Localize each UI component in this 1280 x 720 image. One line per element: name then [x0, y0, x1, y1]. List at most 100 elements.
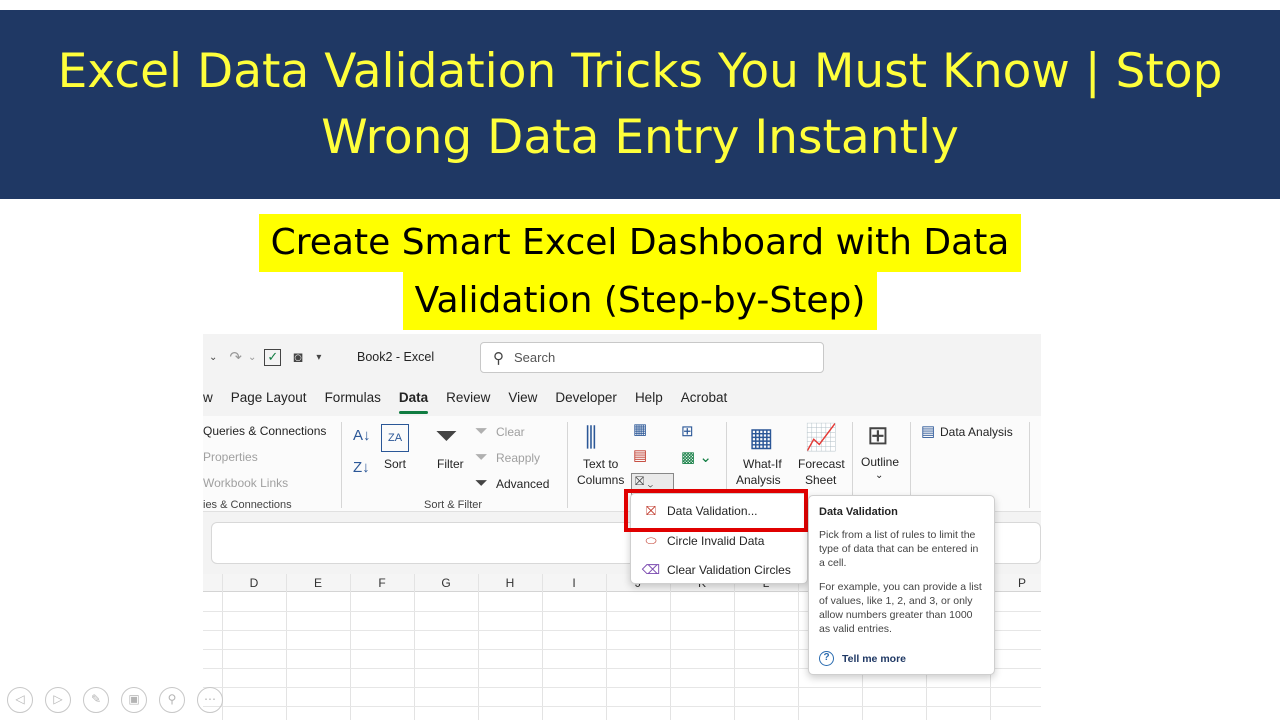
data-analysis-icon[interactable]: ▤	[921, 424, 935, 439]
clear-button[interactable]: Clear	[496, 425, 525, 439]
tell-me-more-label: Tell me more	[842, 652, 906, 665]
slide-navigation: ◁ ▷ ✎ ▣ ⚲ ⋯	[7, 687, 235, 713]
queries-connections-button[interactable]: Queries & Connections	[203, 424, 326, 438]
menu-item-data-validation[interactable]: ⛝ Data Validation...	[631, 497, 807, 525]
sort-button[interactable]: Sort	[384, 457, 406, 471]
tab-review[interactable]: Review	[437, 386, 499, 414]
menu-item-label: Data Validation...	[667, 504, 758, 518]
what-if-label[interactable]: What-If	[743, 457, 782, 471]
text-to-label[interactable]: Text to	[583, 457, 618, 471]
chevron-down-icon[interactable]: ⌄	[875, 470, 883, 481]
advanced-button[interactable]: Advanced	[496, 477, 549, 491]
column-header-i[interactable]: I	[559, 574, 589, 592]
advanced-filter-icon[interactable]: ⏷	[475, 476, 488, 492]
subtitle: Create Smart Excel Dashboard with Data V…	[0, 214, 1280, 330]
tab-view[interactable]: View	[499, 386, 546, 414]
tab-developer[interactable]: Developer	[546, 386, 626, 414]
columns-label[interactable]: Columns	[577, 473, 624, 487]
zoom-icon[interactable]: ⚲	[159, 687, 185, 713]
workbook-links-button[interactable]: Workbook Links	[203, 476, 288, 490]
text-to-columns-icon[interactable]: ⫼	[585, 424, 597, 450]
outline-icon[interactable]: ⊞	[867, 422, 889, 448]
data-validation-split-button[interactable]: ⛝ ⌄	[631, 473, 674, 495]
title-banner: Excel Data Validation Tricks You Must Kn…	[0, 10, 1280, 199]
chevron-down-icon[interactable]: ⌄	[248, 352, 256, 363]
filter-icon[interactable]: ⏷	[435, 422, 457, 450]
tab-data[interactable]: Data	[390, 386, 437, 414]
book-title: Book2 - Excel	[357, 350, 435, 364]
reapply-icon[interactable]: ⏷	[475, 450, 488, 466]
tell-me-more-link[interactable]: ? Tell me more	[819, 651, 906, 666]
sort-za-icon[interactable]: Z↓	[353, 460, 370, 475]
title-line-2: Wrong Data Entry Instantly	[321, 109, 959, 165]
data-validation-icon: ⛝	[646, 503, 656, 518]
column-header-f[interactable]: F	[367, 574, 397, 592]
column-gridline	[734, 574, 735, 720]
column-gridline	[542, 574, 543, 720]
menu-item-label: Clear Validation Circles	[667, 563, 791, 577]
subtitle-line-2: Validation (Step-by-Step)	[402, 272, 878, 330]
tooltip-title: Data Validation	[819, 506, 898, 518]
group-separator	[567, 422, 568, 508]
tab-help[interactable]: Help	[626, 386, 672, 414]
menu-item-label: Circle Invalid Data	[667, 534, 765, 548]
filter-button[interactable]: Filter	[437, 457, 464, 471]
search-icon: ⚲	[493, 349, 504, 367]
data-model-icon[interactable]: ▩ ⌄	[681, 450, 712, 465]
title-line-1: Excel Data Validation Tricks You Must Kn…	[57, 43, 1223, 99]
search-box[interactable]: ⚲ Search	[480, 342, 824, 373]
forecast-label[interactable]: Forecast	[798, 457, 845, 471]
properties-button[interactable]: Properties	[203, 450, 258, 464]
chevron-down-icon[interactable]: ⌄	[209, 352, 217, 363]
help-icon: ?	[819, 651, 834, 666]
outline-button[interactable]: Outline	[861, 455, 899, 469]
customize-qat-icon[interactable]: ▾	[316, 352, 321, 363]
column-gridline	[350, 574, 351, 720]
camera-icon[interactable]: ◙	[293, 349, 302, 366]
forecast-sheet-icon[interactable]: 📈	[805, 424, 837, 450]
column-header-h[interactable]: H	[495, 574, 525, 592]
analysis-label[interactable]: Analysis	[736, 473, 781, 487]
tooltip-paragraph-1: Pick from a list of rules to limit the t…	[819, 529, 979, 569]
tab-acrobat[interactable]: Acrobat	[672, 386, 737, 414]
menu-item-clear-circles[interactable]: ⌫ Clear Validation Circles	[631, 556, 807, 584]
reapply-button[interactable]: Reapply	[496, 451, 540, 465]
column-header-g[interactable]: G	[431, 574, 461, 592]
column-header-e[interactable]: E	[303, 574, 333, 592]
remove-duplicates-icon[interactable]: ▤	[633, 448, 647, 463]
column-gridline	[606, 574, 607, 720]
tab-formulas[interactable]: Formulas	[316, 386, 390, 414]
clear-filter-icon[interactable]: ⏷	[475, 424, 488, 440]
group-separator	[1029, 422, 1030, 508]
column-gridline	[798, 574, 799, 720]
sheet-label[interactable]: Sheet	[805, 473, 836, 487]
see-all-slides-icon[interactable]: ▣	[121, 687, 147, 713]
data-analysis-button[interactable]: Data Analysis	[940, 425, 1013, 439]
flash-fill-icon[interactable]: ▦	[633, 422, 647, 437]
next-slide-icon[interactable]: ▷	[45, 687, 71, 713]
tooltip-paragraph-2: For example, you can provide a list of v…	[819, 581, 982, 635]
column-gridline	[670, 574, 671, 720]
circle-invalid-icon: ⬭	[645, 533, 657, 548]
row-line	[203, 706, 1041, 707]
pen-icon[interactable]: ✎	[83, 687, 109, 713]
what-if-icon[interactable]: ▦	[749, 424, 774, 450]
previous-slide-icon[interactable]: ◁	[7, 687, 33, 713]
data-validation-tooltip: Data Validation Pick from a list of rule…	[808, 495, 995, 675]
ribbon-tabs: w Page Layout Formulas Data Review View …	[203, 386, 736, 414]
sort-dialog-icon[interactable]: ZA	[381, 424, 409, 452]
sort-az-icon[interactable]: A↓	[353, 428, 371, 443]
more-options-icon[interactable]: ⋯	[197, 687, 223, 713]
checkbox-icon[interactable]: ✓	[264, 348, 282, 366]
tab-partial[interactable]: w	[203, 386, 222, 414]
column-gridline	[414, 574, 415, 720]
column-header-d[interactable]: D	[239, 574, 269, 592]
tab-page-layout[interactable]: Page Layout	[222, 386, 316, 414]
column-header-p[interactable]: P	[1007, 574, 1037, 592]
column-gridline	[286, 574, 287, 720]
menu-item-circle-invalid[interactable]: ⬭ Circle Invalid Data	[631, 527, 807, 555]
consolidate-icon[interactable]: ⊞	[681, 424, 694, 439]
search-placeholder: Search	[514, 350, 556, 365]
row-line	[203, 687, 1041, 688]
redo-icon[interactable]: ↷	[229, 348, 242, 366]
